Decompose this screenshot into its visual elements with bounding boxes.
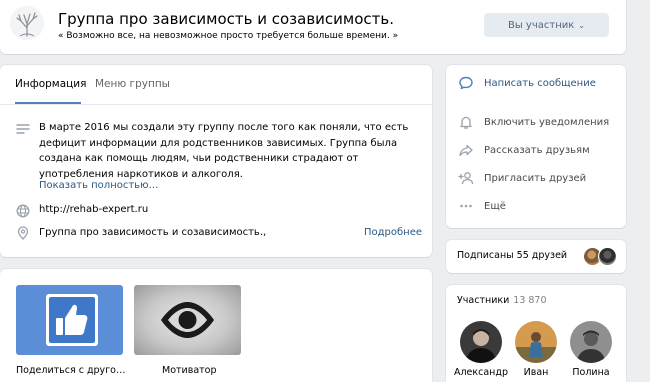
invite-user-icon: [458, 170, 474, 186]
share-arrow-icon: [458, 142, 474, 158]
group-header: Группа про зависимость и созависимость. …: [0, 0, 626, 54]
members-count: 13 870: [513, 295, 547, 306]
friends-subscribed-card[interactable]: Подписаны 55 друзей: [446, 240, 626, 273]
actions-card: Написать сообщение Включить уведомления …: [446, 65, 626, 228]
member-name[interactable]: Иван: [506, 367, 566, 378]
info-card: Информация Меню группы В марте 2016 мы с…: [0, 65, 432, 257]
group-description: В марте 2016 мы создали эту группу после…: [39, 122, 409, 180]
tell-friends-action[interactable]: Рассказать друзьям: [458, 140, 590, 160]
member-status-button[interactable]: Вы участник ⌄: [484, 13, 609, 37]
friend-avatar[interactable]: [598, 247, 617, 266]
active-tab-indicator: [15, 102, 81, 104]
invite-friends-action[interactable]: Пригласить друзей: [458, 168, 586, 188]
member-avatar[interactable]: [570, 321, 612, 363]
action-label: Написать сообщение: [484, 77, 596, 89]
text-lines-icon: [16, 124, 30, 134]
media-label[interactable]: Мотиватор: [162, 365, 217, 376]
eye-icon: [161, 302, 214, 338]
share-app-tile[interactable]: [16, 285, 123, 355]
action-label: Включить уведомления: [484, 116, 610, 128]
members-title[interactable]: Участники 13 870: [457, 295, 547, 306]
friends-subscribed-text: Подписаны 55 друзей: [457, 250, 568, 261]
motivator-tile[interactable]: [134, 285, 241, 355]
place-address: Группа про зависимость и созависимость.,: [39, 227, 267, 238]
member-avatar[interactable]: [515, 321, 557, 363]
group-avatar[interactable]: [10, 6, 44, 40]
chevron-down-icon: ⌄: [578, 20, 585, 30]
more-details-link[interactable]: Подробнее: [364, 227, 422, 238]
thumbs-up-icon: [46, 294, 98, 346]
globe-icon: [16, 204, 30, 218]
member-name[interactable]: Александр: [451, 367, 511, 378]
group-title: Группа про зависимость и созависимость.: [58, 10, 395, 28]
more-action[interactable]: Ещё: [458, 196, 506, 216]
tree-logo-icon: [10, 6, 44, 40]
show-more-link[interactable]: Показать полностью…: [39, 180, 159, 191]
bell-icon: [458, 114, 474, 130]
member-avatar[interactable]: [460, 321, 502, 363]
group-status: « Возможно все, на невозможное просто тр…: [58, 31, 399, 41]
more-dots-icon: [458, 198, 474, 214]
tab-group-menu[interactable]: Меню группы: [95, 78, 170, 90]
media-card: Поделиться с друго… Мотиватор: [0, 269, 432, 382]
message-bubble-icon: [458, 75, 474, 91]
location-pin-icon: [17, 226, 29, 240]
tab-information[interactable]: Информация: [15, 78, 86, 90]
action-label: Пригласить друзей: [484, 172, 587, 184]
info-tabs: Информация Меню группы: [0, 65, 432, 105]
member-name[interactable]: Полина: [561, 367, 621, 378]
website-link[interactable]: http://rehab-expert.ru: [39, 204, 148, 215]
action-label: Ещё: [484, 200, 506, 212]
media-label[interactable]: Поделиться с друго…: [16, 365, 125, 376]
action-label: Рассказать друзьям: [484, 144, 590, 156]
send-message-action[interactable]: Написать сообщение: [458, 73, 596, 93]
enable-notifications-action[interactable]: Включить уведомления: [458, 112, 609, 132]
member-button-label: Вы участник: [508, 19, 575, 31]
members-card: Участники 13 870 Александр Иван Полина: [446, 285, 626, 382]
members-title-label: Участники: [457, 295, 510, 306]
